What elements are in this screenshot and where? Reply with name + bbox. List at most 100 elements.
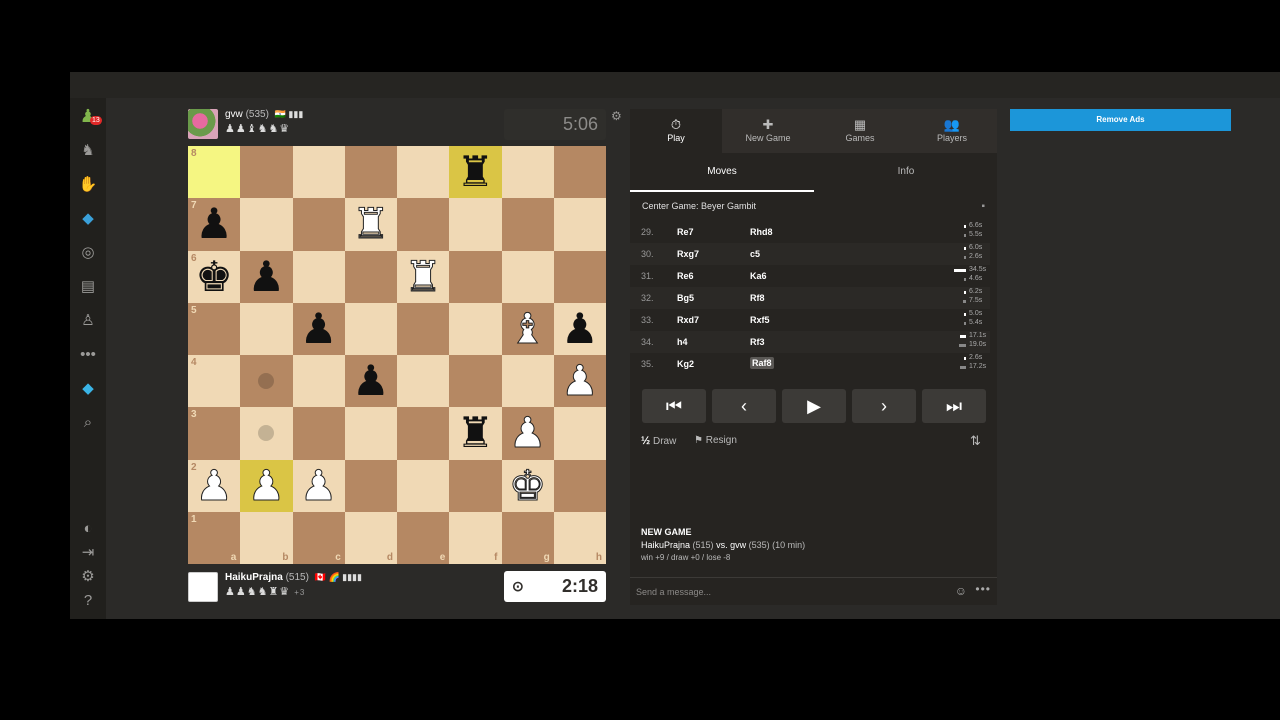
help-icon[interactable]: ?	[78, 590, 98, 610]
settings-gear-icon[interactable]: ⚙	[611, 109, 622, 123]
emoji-icon[interactable]: ☺	[955, 584, 967, 598]
black-move[interactable]: c5	[750, 249, 760, 259]
square-f2[interactable]	[449, 459, 502, 512]
train-icon[interactable]: ◆	[78, 208, 98, 228]
square-d2[interactable]	[344, 459, 397, 512]
square-a4[interactable]: 4	[188, 355, 241, 408]
tab-play[interactable]: ⏱ Play	[630, 109, 722, 153]
square-h3[interactable]	[553, 407, 606, 460]
white-move[interactable]: Bg5	[677, 293, 694, 303]
square-f1[interactable]: f	[449, 511, 502, 564]
square-g4[interactable]	[501, 355, 554, 408]
lessons-icon[interactable]: ✋	[78, 174, 98, 194]
flip-board-icon[interactable]: ⇅	[970, 433, 981, 449]
white-piece-a2[interactable]: ♟	[188, 460, 240, 512]
last-move-button[interactable]: ⏭	[922, 389, 986, 423]
player-name[interactable]: gvw (535) 🇮🇳 ▮▮▮	[225, 109, 303, 120]
tab-info[interactable]: Info	[814, 154, 998, 192]
black-move[interactable]: Rf3	[750, 337, 765, 347]
square-e5[interactable]	[397, 302, 450, 355]
square-a8[interactable]: 8	[188, 146, 241, 199]
square-e1[interactable]: e	[397, 511, 450, 564]
player-name[interactable]: HaikuPrajna (515) 🇨🇦 🌈 ▮▮▮▮	[225, 572, 362, 583]
black-move[interactable]: Ka6	[750, 271, 767, 281]
avatar[interactable]	[188, 572, 218, 602]
black-move[interactable]: Rhd8	[750, 227, 773, 237]
square-g6[interactable]	[501, 250, 554, 303]
square-c3[interactable]	[292, 407, 345, 460]
black-move[interactable]: Raf8	[750, 357, 774, 369]
black-move[interactable]: Rf8	[750, 293, 765, 303]
black-piece-c5[interactable]: ♟	[293, 303, 345, 355]
square-d5[interactable]	[344, 302, 397, 355]
white-piece-g3[interactable]: ♟	[502, 407, 554, 459]
black-piece-f8[interactable]: ♜	[449, 146, 501, 198]
square-g8[interactable]	[501, 146, 554, 199]
square-d1[interactable]: d	[344, 511, 397, 564]
more-icon[interactable]: •••	[78, 344, 98, 364]
player-username[interactable]: HaikuPrajna	[225, 572, 283, 583]
square-b5[interactable]	[240, 302, 293, 355]
square-d3[interactable]	[344, 407, 397, 460]
square-c6[interactable]	[292, 250, 345, 303]
square-b7[interactable]	[240, 198, 293, 251]
square-h1[interactable]: h	[553, 511, 606, 564]
white-player[interactable]: HaikuPrajna	[641, 540, 690, 550]
black-piece-a7[interactable]: ♟	[188, 198, 240, 250]
news-icon[interactable]: ▤	[78, 276, 98, 296]
draw-button[interactable]: ½ Draw	[641, 435, 676, 447]
white-piece-g2[interactable]: ♚	[502, 460, 554, 512]
search-icon[interactable]: ⌕	[78, 412, 98, 432]
chat-input[interactable]	[636, 584, 936, 600]
black-piece-b6[interactable]: ♟	[240, 251, 292, 303]
contrast-icon[interactable]: ◐	[78, 518, 98, 538]
square-e2[interactable]	[397, 459, 450, 512]
square-a5[interactable]: 5	[188, 302, 241, 355]
black-piece-a6[interactable]: ♚	[188, 251, 240, 303]
white-piece-h4[interactable]: ♟	[554, 355, 606, 407]
social-icon[interactable]: ♙	[78, 310, 98, 330]
black-piece-h5[interactable]: ♟	[554, 303, 606, 355]
white-piece-g5[interactable]: ♝	[502, 303, 554, 355]
settings-icon[interactable]: ⚙	[78, 566, 98, 586]
tab-players[interactable]: 👥 Players	[906, 109, 998, 153]
black-piece-f3[interactable]: ♜	[449, 407, 501, 459]
tab-new-game[interactable]: ✚ New Game	[722, 109, 814, 153]
more-options-icon[interactable]: •••	[975, 582, 991, 596]
previous-move-button[interactable]: ‹	[712, 389, 776, 423]
chess-board[interactable]: 8 7 6 5 4 3 2 1 a b c d e f g h ♜ ♟ ♜ ♚ ♟ ♜ ♟ ♝ ♟ ♟ ♟ ♜ ♟ ♟ ♟ ♟ ♚	[188, 146, 606, 564]
square-c4[interactable]	[292, 355, 345, 408]
diamond-icon[interactable]: ◆	[78, 378, 98, 398]
pawn-logo-icon[interactable]: ♟ 13	[78, 106, 102, 126]
square-h2[interactable]	[553, 459, 606, 512]
square-f4[interactable]	[449, 355, 502, 408]
tab-games[interactable]: ▦ Games	[814, 109, 906, 153]
square-f5[interactable]	[449, 302, 502, 355]
square-g7[interactable]	[501, 198, 554, 251]
white-move[interactable]: Re6	[677, 271, 694, 281]
white-move[interactable]: h4	[677, 337, 688, 347]
resign-button[interactable]: ⚑ Resign	[694, 435, 737, 446]
white-piece-e6[interactable]: ♜	[397, 251, 449, 303]
square-f7[interactable]	[449, 198, 502, 251]
player-username[interactable]: gvw	[225, 109, 243, 120]
square-d6[interactable]	[344, 250, 397, 303]
puzzle-icon[interactable]: ♞	[78, 140, 98, 160]
square-h7[interactable]	[553, 198, 606, 251]
square-b1[interactable]: b	[240, 511, 293, 564]
square-b8[interactable]	[240, 146, 293, 199]
square-g1[interactable]: g	[501, 511, 554, 564]
white-piece-b2[interactable]: ♟	[240, 460, 292, 512]
square-d8[interactable]	[344, 146, 397, 199]
black-player[interactable]: gvw	[730, 540, 746, 550]
collapse-icon[interactable]: ⇥	[78, 542, 98, 562]
square-a1[interactable]: 1a	[188, 511, 241, 564]
avatar[interactable]	[188, 109, 218, 139]
square-f6[interactable]	[449, 250, 502, 303]
watch-icon[interactable]: ◎	[78, 242, 98, 262]
white-move[interactable]: Rxd7	[677, 315, 699, 325]
next-move-button[interactable]: ›	[852, 389, 916, 423]
white-piece-c2[interactable]: ♟	[293, 460, 345, 512]
remove-ads-button[interactable]: Remove Ads	[1010, 109, 1231, 131]
first-move-button[interactable]: ⏮	[642, 389, 706, 423]
